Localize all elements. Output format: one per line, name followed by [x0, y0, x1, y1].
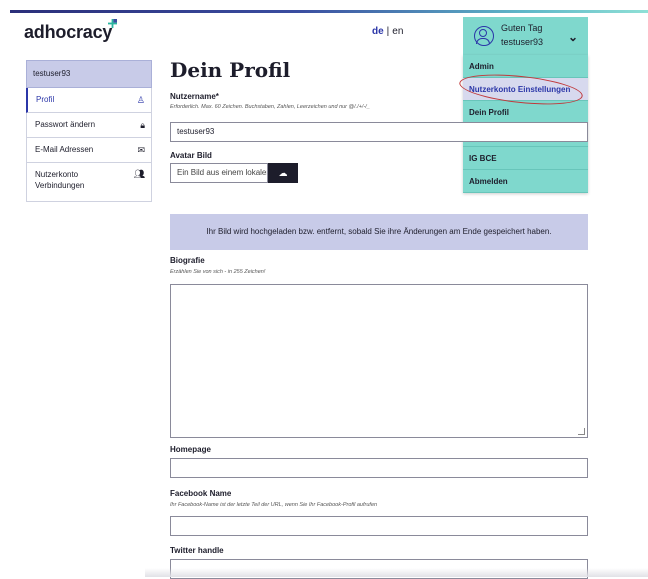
- menu-item-profile[interactable]: Dein Profil: [463, 101, 588, 124]
- homepage-label: Homepage: [170, 445, 211, 454]
- avatar-file-input[interactable]: Ein Bild aus einem lokalen Ord: [170, 163, 268, 183]
- language-switcher: de | en: [372, 26, 403, 37]
- lock-icon: 🔒︎: [140, 120, 145, 130]
- user-name: testuser93: [501, 37, 544, 47]
- lang-en-link[interactable]: en: [392, 26, 403, 37]
- lang-separator: |: [386, 26, 390, 37]
- sidebar-item-connections[interactable]: Nutzerkonto Verbindungen 👥︎: [26, 163, 152, 202]
- username-label: Nutzername*: [170, 92, 219, 101]
- sidebar-item-label: Profil: [36, 95, 55, 104]
- username-input[interactable]: testuser93: [170, 122, 588, 142]
- sidebar-item-label: E-Mail Adressen: [35, 145, 94, 154]
- facebook-label: Facebook Name: [170, 489, 232, 498]
- upload-notice: Ihr Bild wird hochgeladen bzw. entfernt,…: [170, 214, 588, 250]
- logo[interactable]: adhocracy: [24, 22, 112, 43]
- username-help: Erforderlich. Max. 60 Zeichen. Buchstabe…: [170, 104, 370, 110]
- homepage-input[interactable]: [170, 458, 588, 478]
- logo-spark-icon: [108, 19, 117, 28]
- twitter-label: Twitter handle: [170, 546, 224, 555]
- sidebar-item-profile[interactable]: Profil ♙: [26, 88, 152, 113]
- facebook-help: Ihr Facebook-Name ist der letzte Teil de…: [170, 502, 378, 508]
- chevron-down-icon: ⌄: [568, 30, 579, 44]
- users-icon: 👥︎: [133, 169, 145, 179]
- user-greeting: Guten Tag: [501, 23, 543, 33]
- facebook-input[interactable]: [170, 516, 588, 536]
- cloud-upload-icon[interactable]: ☁: [268, 163, 298, 183]
- top-gradient-bar: [10, 10, 648, 13]
- page-title: Dein Profil: [170, 58, 291, 82]
- sidebar-header: testuser93: [26, 60, 152, 88]
- sidebar-item-label: Passwort ändern: [35, 120, 96, 129]
- avatar-icon: [474, 26, 494, 46]
- sidebar-item-label: Nutzerkonto Verbindungen: [35, 170, 85, 190]
- lang-de-link[interactable]: de: [372, 26, 384, 37]
- sidebar-item-email[interactable]: E-Mail Adressen ✉: [26, 138, 152, 163]
- resize-handle-icon[interactable]: [578, 428, 585, 435]
- user-menu-toggle[interactable]: Guten Tag testuser93 ⌄: [463, 17, 588, 55]
- menu-item-logout[interactable]: Abmelden: [463, 170, 588, 193]
- avatar-label: Avatar Bild: [170, 151, 212, 160]
- bottom-fade: [145, 568, 648, 577]
- bio-help: Erzählen Sie von sich - in 255 Zeichen!: [170, 269, 266, 275]
- bio-label: Biografie: [170, 256, 205, 265]
- menu-item-ig-bce[interactable]: IG BCE: [463, 147, 588, 170]
- bio-textarea[interactable]: [170, 284, 588, 438]
- menu-item-admin[interactable]: Admin: [463, 55, 588, 78]
- envelope-icon: ✉: [137, 145, 145, 155]
- sidebar: testuser93 Profil ♙ Passwort ändern 🔒︎ E…: [26, 60, 152, 202]
- menu-item-account-settings[interactable]: Nutzerkonto Einstellungen: [463, 78, 588, 101]
- sidebar-item-password[interactable]: Passwort ändern 🔒︎: [26, 113, 152, 138]
- user-icon: ♙: [136, 95, 145, 105]
